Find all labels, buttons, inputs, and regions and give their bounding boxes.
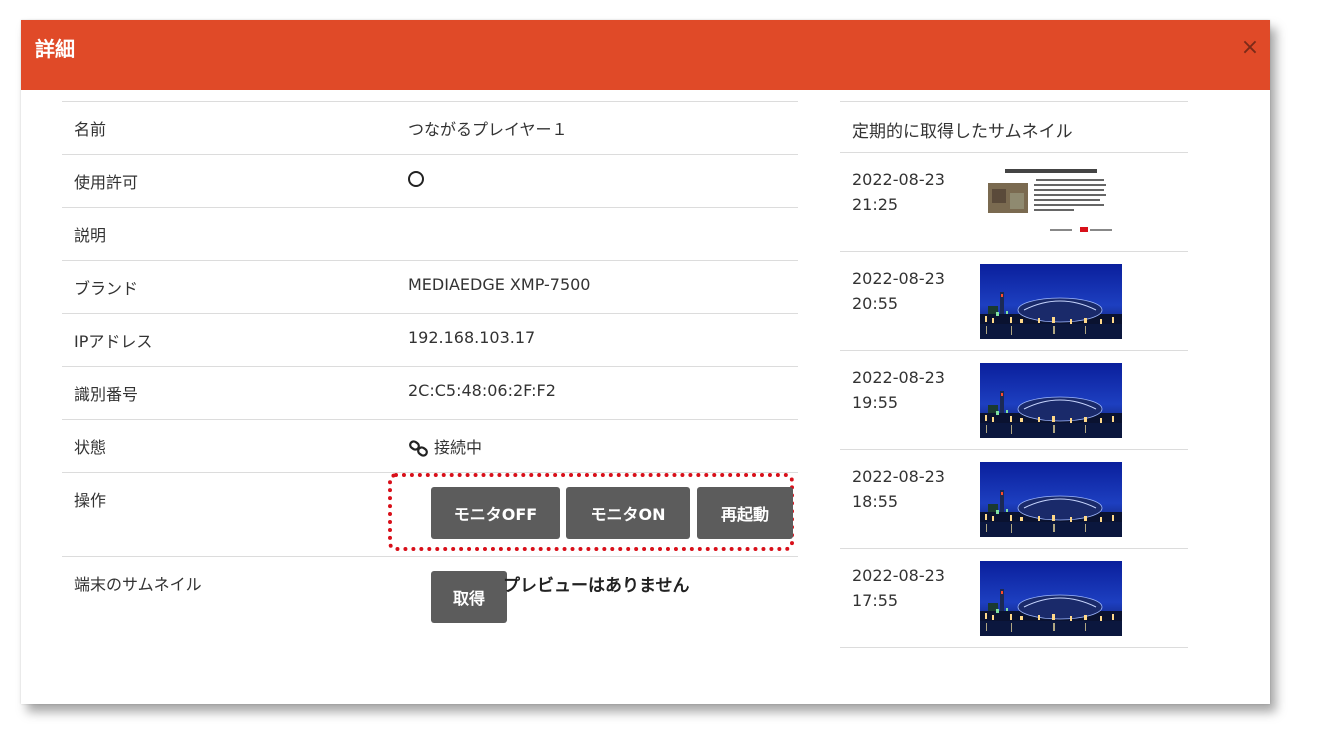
brand-label: ブランド	[74, 279, 139, 298]
thumbnail-image[interactable]	[980, 363, 1122, 438]
close-icon[interactable]: ×	[1238, 34, 1262, 62]
dialog-header: 詳細 ×	[21, 20, 1270, 90]
thumbnail-item: 2022-08-23 21:25	[840, 152, 1188, 251]
brand-value: MEDIAEDGE XMP-7500	[408, 275, 591, 294]
status-value: 接続中	[408, 434, 482, 458]
info-row-permission: 使用許可	[62, 154, 798, 207]
identifier-value: 2C:C5:48:06:2F:F2	[408, 381, 556, 400]
monitor-on-button[interactable]: モニタON	[566, 487, 690, 539]
permission-value	[408, 169, 424, 191]
thumbnail-item: 2022-08-23 20:55	[840, 251, 1188, 350]
thumbnail-history-header: 定期的に取得したサムネイル	[840, 101, 1188, 152]
info-row-brand: ブランド MEDIAEDGE XMP-7500	[62, 260, 798, 313]
thumbnail-timestamp: 2022-08-23 17:55	[852, 566, 945, 610]
identifier-label: 識別番号	[74, 385, 139, 404]
thumbnail-label: 端末のサムネイル	[74, 575, 202, 594]
thumbnail-image[interactable]	[980, 462, 1122, 537]
info-row-thumbnail: 端末のサムネイル 取得 プレビューはありません	[62, 556, 798, 647]
monitor-off-button[interactable]: モニタOFF	[431, 487, 560, 539]
info-row-operation: 操作 モニタOFF モニタON 再起動	[62, 472, 798, 556]
fetch-thumbnail-button[interactable]: 取得	[431, 571, 507, 623]
no-preview-text: プレビューはありません	[503, 576, 690, 596]
dialog-title: 詳細	[35, 37, 75, 61]
info-row-description: 説明	[62, 207, 798, 260]
device-info-table: 名前 つながるプレイヤー１ 使用許可 説明 ブランド MEDIAEDGE XMP…	[62, 101, 798, 647]
info-row-ip: IPアドレス 192.168.103.17	[62, 313, 798, 366]
name-value: つながるプレイヤー１	[408, 120, 568, 139]
info-row-identifier: 識別番号 2C:C5:48:06:2F:F2	[62, 366, 798, 419]
thumbnail-history-title: 定期的に取得したサムネイル	[852, 122, 1073, 142]
thumbnail-timestamp: 2022-08-23 21:25	[852, 170, 945, 214]
thumbnail-history-panel: 定期的に取得したサムネイル 2022-08-23 21:25 2022-08-23…	[840, 101, 1188, 648]
description-label: 説明	[74, 226, 107, 245]
ip-label: IPアドレス	[74, 332, 153, 351]
thumbnail-timestamp: 2022-08-23 18:55	[852, 467, 945, 511]
thumbnail-image[interactable]	[980, 264, 1122, 339]
status-label: 状態	[74, 438, 107, 457]
thumbnail-image[interactable]	[980, 561, 1122, 636]
operation-label: 操作	[74, 491, 107, 510]
permission-label: 使用許可	[74, 173, 139, 192]
name-label: 名前	[74, 120, 107, 139]
thumbnail-item: 2022-08-23 18:55	[840, 449, 1188, 548]
thumbnail-item: 2022-08-23 19:55	[840, 350, 1188, 449]
restart-button[interactable]: 再起動	[697, 487, 793, 539]
thumbnail-image[interactable]	[980, 165, 1122, 240]
link-icon	[409, 439, 428, 457]
info-row-name: 名前 つながるプレイヤー１	[62, 101, 798, 154]
thumbnail-timestamp: 2022-08-23 19:55	[852, 368, 945, 412]
ip-value: 192.168.103.17	[408, 328, 536, 347]
permitted-circle-icon	[408, 171, 424, 187]
thumbnail-item: 2022-08-23 17:55	[840, 548, 1188, 648]
thumbnail-timestamp: 2022-08-23 20:55	[852, 269, 945, 313]
info-row-status: 状態 接続中	[62, 419, 798, 472]
status-text: 接続中	[434, 438, 483, 457]
